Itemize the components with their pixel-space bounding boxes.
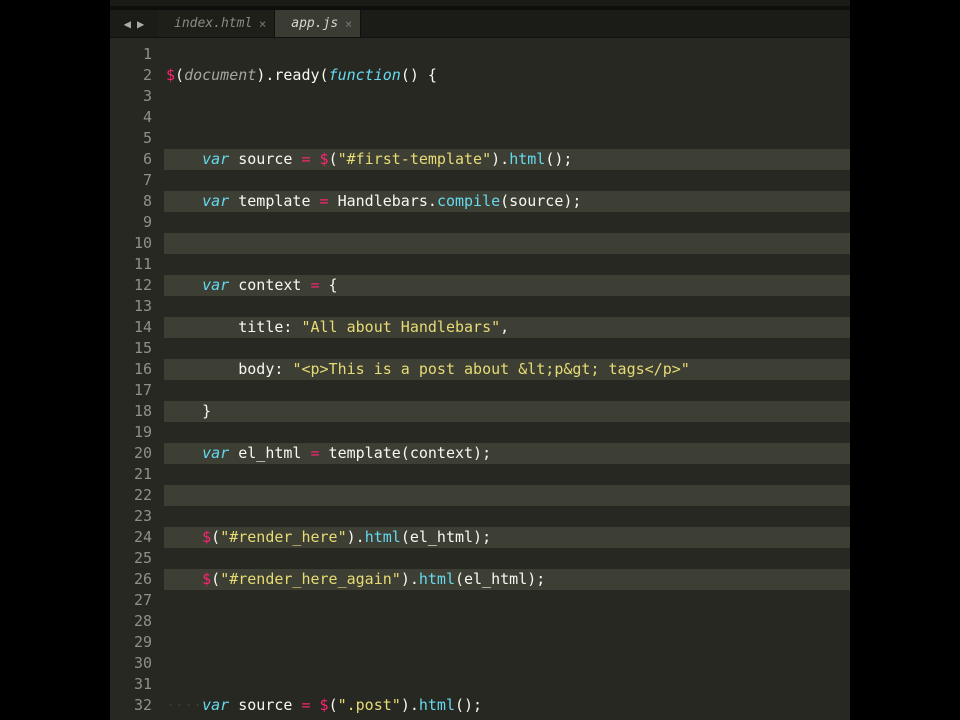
line-number: 25 bbox=[110, 548, 152, 569]
line-number: 27 bbox=[110, 590, 152, 611]
code-line[interactable]: ····var template = Handlebars.compile(so… bbox=[166, 191, 850, 212]
line-number: 10 bbox=[110, 233, 152, 254]
code-line[interactable]: ····var el_html = template(context); bbox=[166, 443, 850, 464]
line-number: 32 bbox=[110, 695, 152, 716]
line-number: 7 bbox=[110, 170, 152, 191]
line-number: 19 bbox=[110, 422, 152, 443]
code-line[interactable]: ····} bbox=[166, 401, 850, 422]
code-area[interactable]: 1234567891011121314151617181920212223242… bbox=[110, 38, 850, 720]
line-number: 18 bbox=[110, 401, 152, 422]
line-number: 6 bbox=[110, 149, 152, 170]
code-content[interactable]: $(document).ready(function() { ····var s… bbox=[166, 42, 850, 720]
line-number: 1 bbox=[110, 44, 152, 65]
line-number: 30 bbox=[110, 653, 152, 674]
line-number: 2 bbox=[110, 65, 152, 86]
line-number: 16 bbox=[110, 359, 152, 380]
line-number: 22 bbox=[110, 485, 152, 506]
code-line[interactable] bbox=[166, 485, 850, 506]
line-number: 28 bbox=[110, 611, 152, 632]
line-number: 29 bbox=[110, 632, 152, 653]
line-number: 20 bbox=[110, 443, 152, 464]
code-line[interactable]: ····$("#render_here").html(el_html); bbox=[166, 527, 850, 548]
line-number: 24 bbox=[110, 527, 152, 548]
tab-index-html[interactable]: index.html × bbox=[158, 10, 275, 37]
code-line[interactable]: ········title: "All about Handlebars", bbox=[166, 317, 850, 338]
tab-bar: ◀ ▶ index.html × app.js × bbox=[110, 10, 850, 38]
line-number: 9 bbox=[110, 212, 152, 233]
line-number: 12 bbox=[110, 275, 152, 296]
code-line[interactable] bbox=[166, 653, 850, 674]
line-number-gutter: 1234567891011121314151617181920212223242… bbox=[110, 42, 166, 720]
code-line[interactable]: ····var context = { bbox=[166, 275, 850, 296]
code-line[interactable] bbox=[166, 233, 850, 254]
line-number: 13 bbox=[110, 296, 152, 317]
editor-frame: ◀ ▶ index.html × app.js × 12345678910111… bbox=[110, 0, 850, 720]
right-letterbox bbox=[850, 0, 960, 720]
line-number: 21 bbox=[110, 464, 152, 485]
tab-label: index.html bbox=[174, 16, 252, 31]
nav-arrows: ◀ ▶ bbox=[110, 10, 158, 37]
nav-back-icon[interactable]: ◀ bbox=[124, 17, 131, 31]
code-line[interactable]: ····$("#render_here_again").html(el_html… bbox=[166, 569, 850, 590]
app-window: ◀ ▶ index.html × app.js × 12345678910111… bbox=[0, 0, 960, 720]
code-line[interactable] bbox=[166, 611, 850, 632]
code-line[interactable]: $(document).ready(function() { bbox=[166, 65, 850, 86]
line-number: 26 bbox=[110, 569, 152, 590]
line-number: 5 bbox=[110, 128, 152, 149]
close-icon[interactable]: × bbox=[345, 17, 352, 31]
line-number: 11 bbox=[110, 254, 152, 275]
line-number: 23 bbox=[110, 506, 152, 527]
line-number: 8 bbox=[110, 191, 152, 212]
line-number: 14 bbox=[110, 317, 152, 338]
code-line[interactable]: ····var source = $("#first-template").ht… bbox=[166, 149, 850, 170]
nav-forward-icon[interactable]: ▶ bbox=[137, 17, 144, 31]
tab-label: app.js bbox=[291, 16, 338, 31]
close-icon[interactable]: × bbox=[259, 17, 266, 31]
line-number: 15 bbox=[110, 338, 152, 359]
line-number: 3 bbox=[110, 86, 152, 107]
left-letterbox bbox=[0, 0, 110, 720]
code-line[interactable]: ····var source = $(".post").html(); bbox=[166, 695, 850, 716]
code-line[interactable] bbox=[166, 107, 850, 128]
code-line[interactable]: ········body: "<p>This is a post about &… bbox=[166, 359, 850, 380]
tab-app-js[interactable]: app.js × bbox=[275, 10, 361, 37]
line-number: 4 bbox=[110, 107, 152, 128]
line-number: 17 bbox=[110, 380, 152, 401]
line-number: 31 bbox=[110, 674, 152, 695]
